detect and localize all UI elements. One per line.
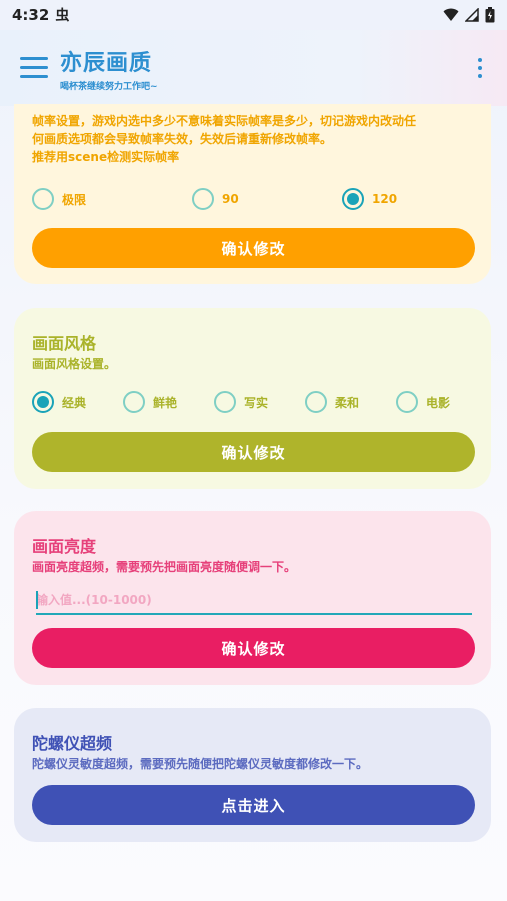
status-icons (443, 7, 495, 23)
app-title: 亦辰画质 (60, 50, 153, 76)
framerate-desc-line2: 何画质选项都会导致帧率失效，失效后请重新修改帧率。 (32, 132, 333, 146)
framerate-desc-line1: 帧率设置，游戏内选中多少不意味着实际帧率是多少，切记游戏内改动任 (32, 114, 417, 128)
style-confirm-button[interactable]: 确认修改 (32, 432, 475, 472)
status-time: 4:32 (12, 6, 50, 24)
framerate-desc-line3: 推荐用scene检测实际帧率 (32, 150, 180, 164)
framerate-confirm-button[interactable]: 确认修改 (32, 228, 475, 268)
framerate-option-label: 极限 (62, 192, 87, 207)
framerate-description: 帧率设置，游戏内选中多少不意味着实际帧率是多少，切记游戏内改动任 何画质选项都会… (32, 112, 416, 166)
wifi-icon (443, 8, 459, 21)
style-option-label: 鲜艳 (153, 395, 178, 410)
style-options: 经典 鲜艳 写实 柔和 电影 (32, 391, 450, 413)
framerate-option-extreme[interactable]: 极限 (32, 188, 192, 210)
app-subtitle: 喝杯茶继续努力工作吧~ (60, 81, 158, 92)
style-option-realistic[interactable]: 写实 (214, 391, 305, 413)
style-option-soft[interactable]: 柔和 (305, 391, 396, 413)
framerate-card: 帧率设置，游戏内选中多少不意味着实际帧率是多少，切记游戏内改动任 何画质选项都会… (14, 104, 491, 284)
style-option-classic[interactable]: 经典 (32, 391, 123, 413)
battery-icon (485, 7, 495, 23)
brightness-card: 画面亮度 画面亮度超频，需要预先把画面亮度随便调一下。 确认修改 (14, 511, 491, 685)
gyro-description: 陀螺仪灵敏度超频，需要预先随便把陀螺仪灵敏度都修改一下。 (32, 757, 369, 771)
signal-icon (465, 8, 479, 22)
gyro-enter-button[interactable]: 点击进入 (32, 785, 475, 825)
gyro-title: 陀螺仪超频 (32, 734, 113, 753)
brightness-input-container (36, 587, 472, 615)
menu-icon[interactable] (20, 57, 48, 79)
brightness-confirm-button[interactable]: 确认修改 (32, 628, 475, 668)
text-caret (36, 591, 38, 609)
debug-icon: 虫 (55, 8, 70, 24)
radio-circle (32, 188, 54, 210)
framerate-option-label: 90 (222, 192, 239, 206)
status-bar: 4:32 虫 (0, 0, 507, 30)
framerate-option-120[interactable]: 120 (342, 188, 397, 210)
style-option-label: 柔和 (335, 395, 360, 410)
framerate-option-90[interactable]: 90 (192, 188, 342, 210)
framerate-option-label: 120 (372, 192, 398, 206)
app-header: 亦辰画质 喝杯茶继续努力工作吧~ (0, 30, 507, 106)
radio-circle (192, 188, 214, 210)
framerate-options: 极限 90 120 (32, 188, 397, 210)
style-option-label: 电影 (426, 395, 451, 410)
gyro-card: 陀螺仪超频 陀螺仪灵敏度超频，需要预先随便把陀螺仪灵敏度都修改一下。 点击进入 (14, 708, 491, 842)
brightness-description: 画面亮度超频，需要预先把画面亮度随便调一下。 (32, 560, 297, 574)
style-title: 画面风格 (32, 334, 97, 353)
radio-circle (305, 391, 327, 413)
style-option-vivid[interactable]: 鲜艳 (123, 391, 214, 413)
radio-circle (214, 391, 236, 413)
radio-circle-checked (32, 391, 54, 413)
radio-circle (123, 391, 145, 413)
radio-circle (396, 391, 418, 413)
brightness-input[interactable] (36, 587, 472, 613)
style-option-label: 写实 (244, 395, 269, 410)
style-option-label: 经典 (62, 395, 87, 410)
style-option-movie[interactable]: 电影 (396, 391, 450, 413)
more-vert-icon[interactable] (477, 58, 483, 80)
style-card: 画面风格 画面风格设置。 经典 鲜艳 写实 柔和 电影 确认修改 (14, 308, 491, 489)
brightness-title: 画面亮度 (32, 537, 97, 556)
style-description: 画面风格设置。 (32, 357, 117, 371)
header-titles: 亦辰画质 喝杯茶继续努力工作吧~ (60, 45, 158, 92)
radio-circle-checked (342, 188, 364, 210)
